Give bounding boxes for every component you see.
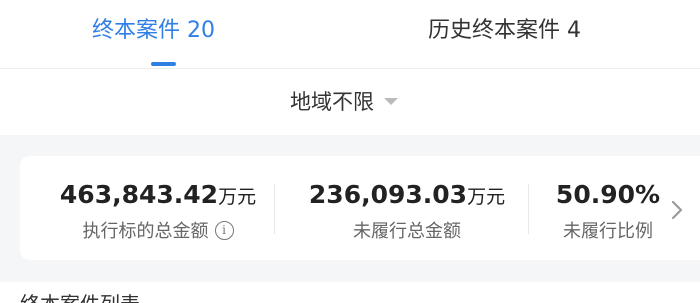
stat-divider (528, 184, 529, 234)
stats-card[interactable]: 463,843.42万元 执行标的总金额 i 236,093.03万元 未履行总金… (20, 156, 700, 260)
stat-unfulfilled-ratio: 50.90% 未履行比例 (542, 178, 674, 244)
tab-final-cases-count: 20 (187, 18, 216, 43)
filter-bar: 地域不限 (0, 69, 700, 135)
region-filter-dropdown[interactable]: 地域不限 (290, 87, 398, 117)
region-filter-label: 地域不限 (290, 90, 374, 114)
stat-unfulfilled-ratio-label: 未履行比例 (563, 221, 653, 242)
stat-unfulfilled-amount-label: 未履行总金额 (353, 221, 461, 242)
case-list-header: 终本案件列表 (0, 282, 700, 303)
case-list-title: 终本案件列表 (20, 292, 140, 303)
tab-history-final-cases-count: 4 (567, 18, 582, 43)
stat-unfulfilled-amount: 236,093.03万元 未履行总金额 (292, 178, 522, 244)
info-circle-icon[interactable]: i (214, 220, 234, 240)
tab-history-final-cases-label: 历史终本案件 (428, 18, 561, 43)
stat-unfulfilled-amount-value: 236,093.03 (308, 180, 468, 209)
stat-total-amount-value: 463,843.42 (59, 180, 219, 209)
stat-divider (274, 184, 275, 234)
tab-history-final-cases[interactable]: 历史终本案件 4 (428, 14, 581, 48)
tab-final-cases-label: 终本案件 (92, 18, 181, 43)
stat-unfulfilled-ratio-value: 50.90% (555, 180, 661, 209)
case-tabs: 终本案件 20 历史终本案件 4 (0, 0, 700, 68)
stat-total-amount-unit: 万元 (218, 186, 257, 208)
stat-unfulfilled-amount-unit: 万元 (467, 186, 506, 208)
chevron-right-icon[interactable] (662, 195, 692, 225)
active-tab-indicator (151, 62, 176, 66)
tab-final-cases[interactable]: 终本案件 20 (92, 14, 215, 48)
stat-total-amount-label: 执行标的总金额 (82, 221, 209, 242)
caret-down-icon (384, 97, 398, 105)
stat-total-amount: 463,843.42万元 执行标的总金额 i (44, 178, 272, 244)
